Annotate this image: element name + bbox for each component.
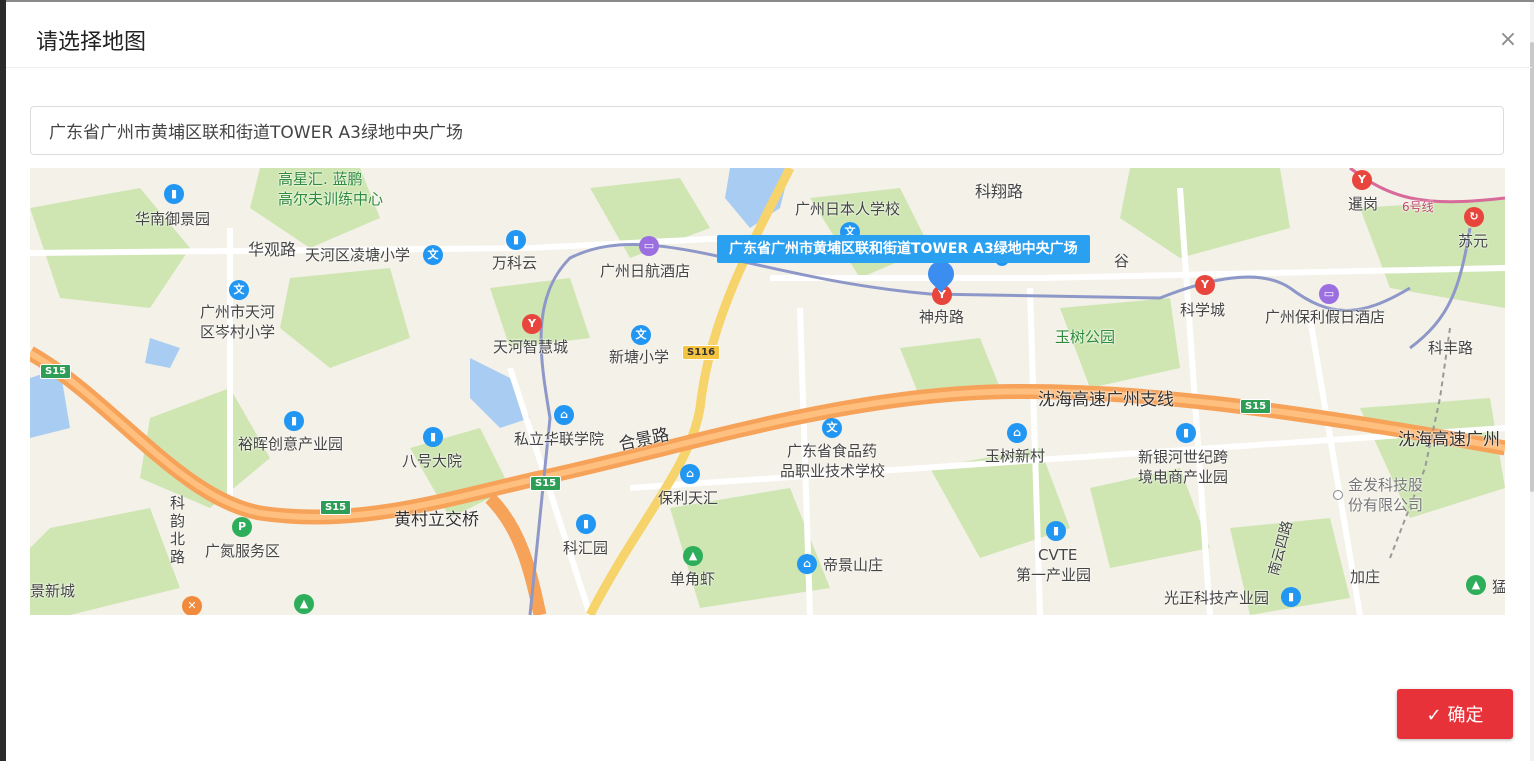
poi-label: 玉树公园 [1055, 328, 1116, 346]
building-icon: ⌂ [797, 554, 817, 574]
poi-label: 广州日航酒店 [600, 262, 691, 280]
building-icon: ⌂ [680, 464, 700, 484]
confirm-button[interactable]: ✓ 确定 [1397, 689, 1513, 739]
poi-label: 天河区凌塘小学 [305, 246, 411, 264]
poi-label: 光正科技产业园 [1164, 589, 1270, 607]
check-icon: ✓ [1426, 705, 1442, 726]
metro-transfer-icon: ↻ [1464, 207, 1484, 227]
road-label: 黄村立交桥 [394, 510, 479, 530]
road-label: 科翔路 [975, 182, 1024, 201]
mountain-icon: ▲ [1466, 575, 1486, 595]
poi-label: 高尔夫训练中心 [278, 190, 384, 208]
mountain-icon: ▲ [294, 594, 314, 614]
metro-line-label: 6号线 [1402, 200, 1434, 214]
expressway-label: 沈海高速广州支线 [1038, 390, 1174, 410]
poi-label: 科丰路 [1428, 339, 1474, 357]
scrollbar-thumb[interactable] [1530, 42, 1534, 492]
poi-label: 科汇园 [563, 539, 609, 557]
building-icon: ▮ [1281, 587, 1301, 607]
poi-label: 广东省食品药 [787, 442, 878, 460]
poi-label: 广氮服务区 [205, 542, 281, 560]
poi-label: 科学城 [1180, 301, 1226, 319]
poi-label: 境电商产业园 [1138, 468, 1229, 486]
poi-label: 加庄 [1350, 568, 1381, 586]
road-label: 韵 [170, 512, 186, 530]
mountain-icon: ▲ [683, 546, 703, 566]
school-icon: 文 [229, 280, 249, 300]
road-label: 路 [170, 548, 186, 566]
dialog-header: 请选择地图 × [6, 2, 1532, 68]
poi-label: 私立华联学院 [514, 430, 605, 448]
metro-icon: Y [1352, 170, 1372, 190]
building-icon: ▮ [1046, 521, 1066, 541]
location-callout[interactable]: 广东省广州市黄埔区联和街道TOWER A3绿地中央广场 [717, 235, 1090, 263]
building-icon: ⌂ [1007, 423, 1027, 443]
metro-icon: Y [1195, 275, 1215, 295]
poi-label: 华南御景园 [135, 210, 211, 228]
poi-label: 玉树新村 [985, 447, 1046, 465]
poi-label: 新塘小学 [609, 348, 670, 366]
route-shield: S15 [40, 364, 72, 379]
poi-label: 广州市天河 [200, 303, 276, 321]
address-input[interactable] [30, 106, 1504, 155]
poi-label: 万科云 [492, 254, 538, 272]
poi-label: 份有限公司 [1348, 496, 1424, 514]
metro-icon: Y [522, 314, 542, 334]
dot-icon [1333, 490, 1343, 500]
hotel-icon: ▭ [639, 236, 659, 256]
road-label: 科 [170, 494, 186, 512]
poi-label: 单角虾 [670, 570, 716, 588]
building-icon: ▮ [1176, 423, 1196, 443]
building-icon: ▮ [423, 427, 443, 447]
hotel-icon: ▭ [1319, 284, 1339, 304]
poi-label: 裕晖创意产业园 [238, 435, 344, 453]
school-icon: ⌂ [554, 405, 574, 425]
road-label: 华观路 [248, 240, 297, 259]
close-icon[interactable]: × [1496, 28, 1520, 52]
parking-icon: P [232, 517, 252, 537]
poi-label: 神舟路 [919, 308, 965, 326]
building-icon: ▮ [576, 514, 596, 534]
road-label: 北 [170, 530, 186, 548]
poi-label: 金发科技股 [1348, 476, 1424, 494]
school-icon: 文 [822, 418, 842, 438]
dialog-title: 请选择地图 [36, 30, 147, 55]
building-icon: ▮ [164, 184, 184, 204]
poi-label: 新银河世纪跨 [1138, 448, 1229, 466]
poi-label: 暹岗 [1348, 195, 1379, 213]
poi-label: 景新城 [30, 582, 76, 600]
route-shield: S15 [530, 476, 562, 491]
poi-label: 广州日本人学校 [795, 200, 901, 218]
poi-label: 猛 [1492, 578, 1505, 596]
restaurant-icon: ✕ [182, 596, 202, 615]
route-shield: S15 [320, 500, 352, 515]
school-icon: 文 [423, 245, 443, 265]
building-icon: ▮ [284, 411, 304, 431]
poi-label: 保利天汇 [658, 489, 719, 507]
poi-label: 品职业技术学校 [780, 462, 886, 480]
poi-label: 八号大院 [402, 452, 463, 470]
route-shield: S116 [682, 345, 721, 360]
route-shield: S15 [1240, 399, 1272, 414]
poi-label: 第一产业园 [1016, 566, 1092, 584]
poi-label: 广州保利假日酒店 [1265, 308, 1386, 326]
poi-label: 谷 [1114, 252, 1130, 270]
map-select-dialog: 请选择地图 × 广东省广州市黄埔区联和街道TOWER A3绿地中央广场 高星汇.… [6, 2, 1534, 761]
map-view[interactable]: 高星汇. 蓝鹏 高尔夫训练中心 ▮ 华南御景园 华观路 天河区凌塘小学 文 ▮ … [30, 168, 1505, 615]
school-icon: 文 [631, 325, 651, 345]
building-icon: ▮ [506, 230, 526, 250]
poi-label: 苏元 [1458, 232, 1489, 250]
poi-label: 高星汇. 蓝鹏 [278, 170, 363, 188]
poi-label: 帝景山庄 [823, 556, 884, 574]
poi-label: 区岑村小学 [200, 323, 276, 341]
confirm-label: 确定 [1447, 705, 1484, 726]
expressway-label: 沈海高速广州 [1398, 430, 1500, 450]
poi-label: CVTE [1038, 546, 1078, 564]
poi-label: 天河智慧城 [493, 338, 569, 356]
